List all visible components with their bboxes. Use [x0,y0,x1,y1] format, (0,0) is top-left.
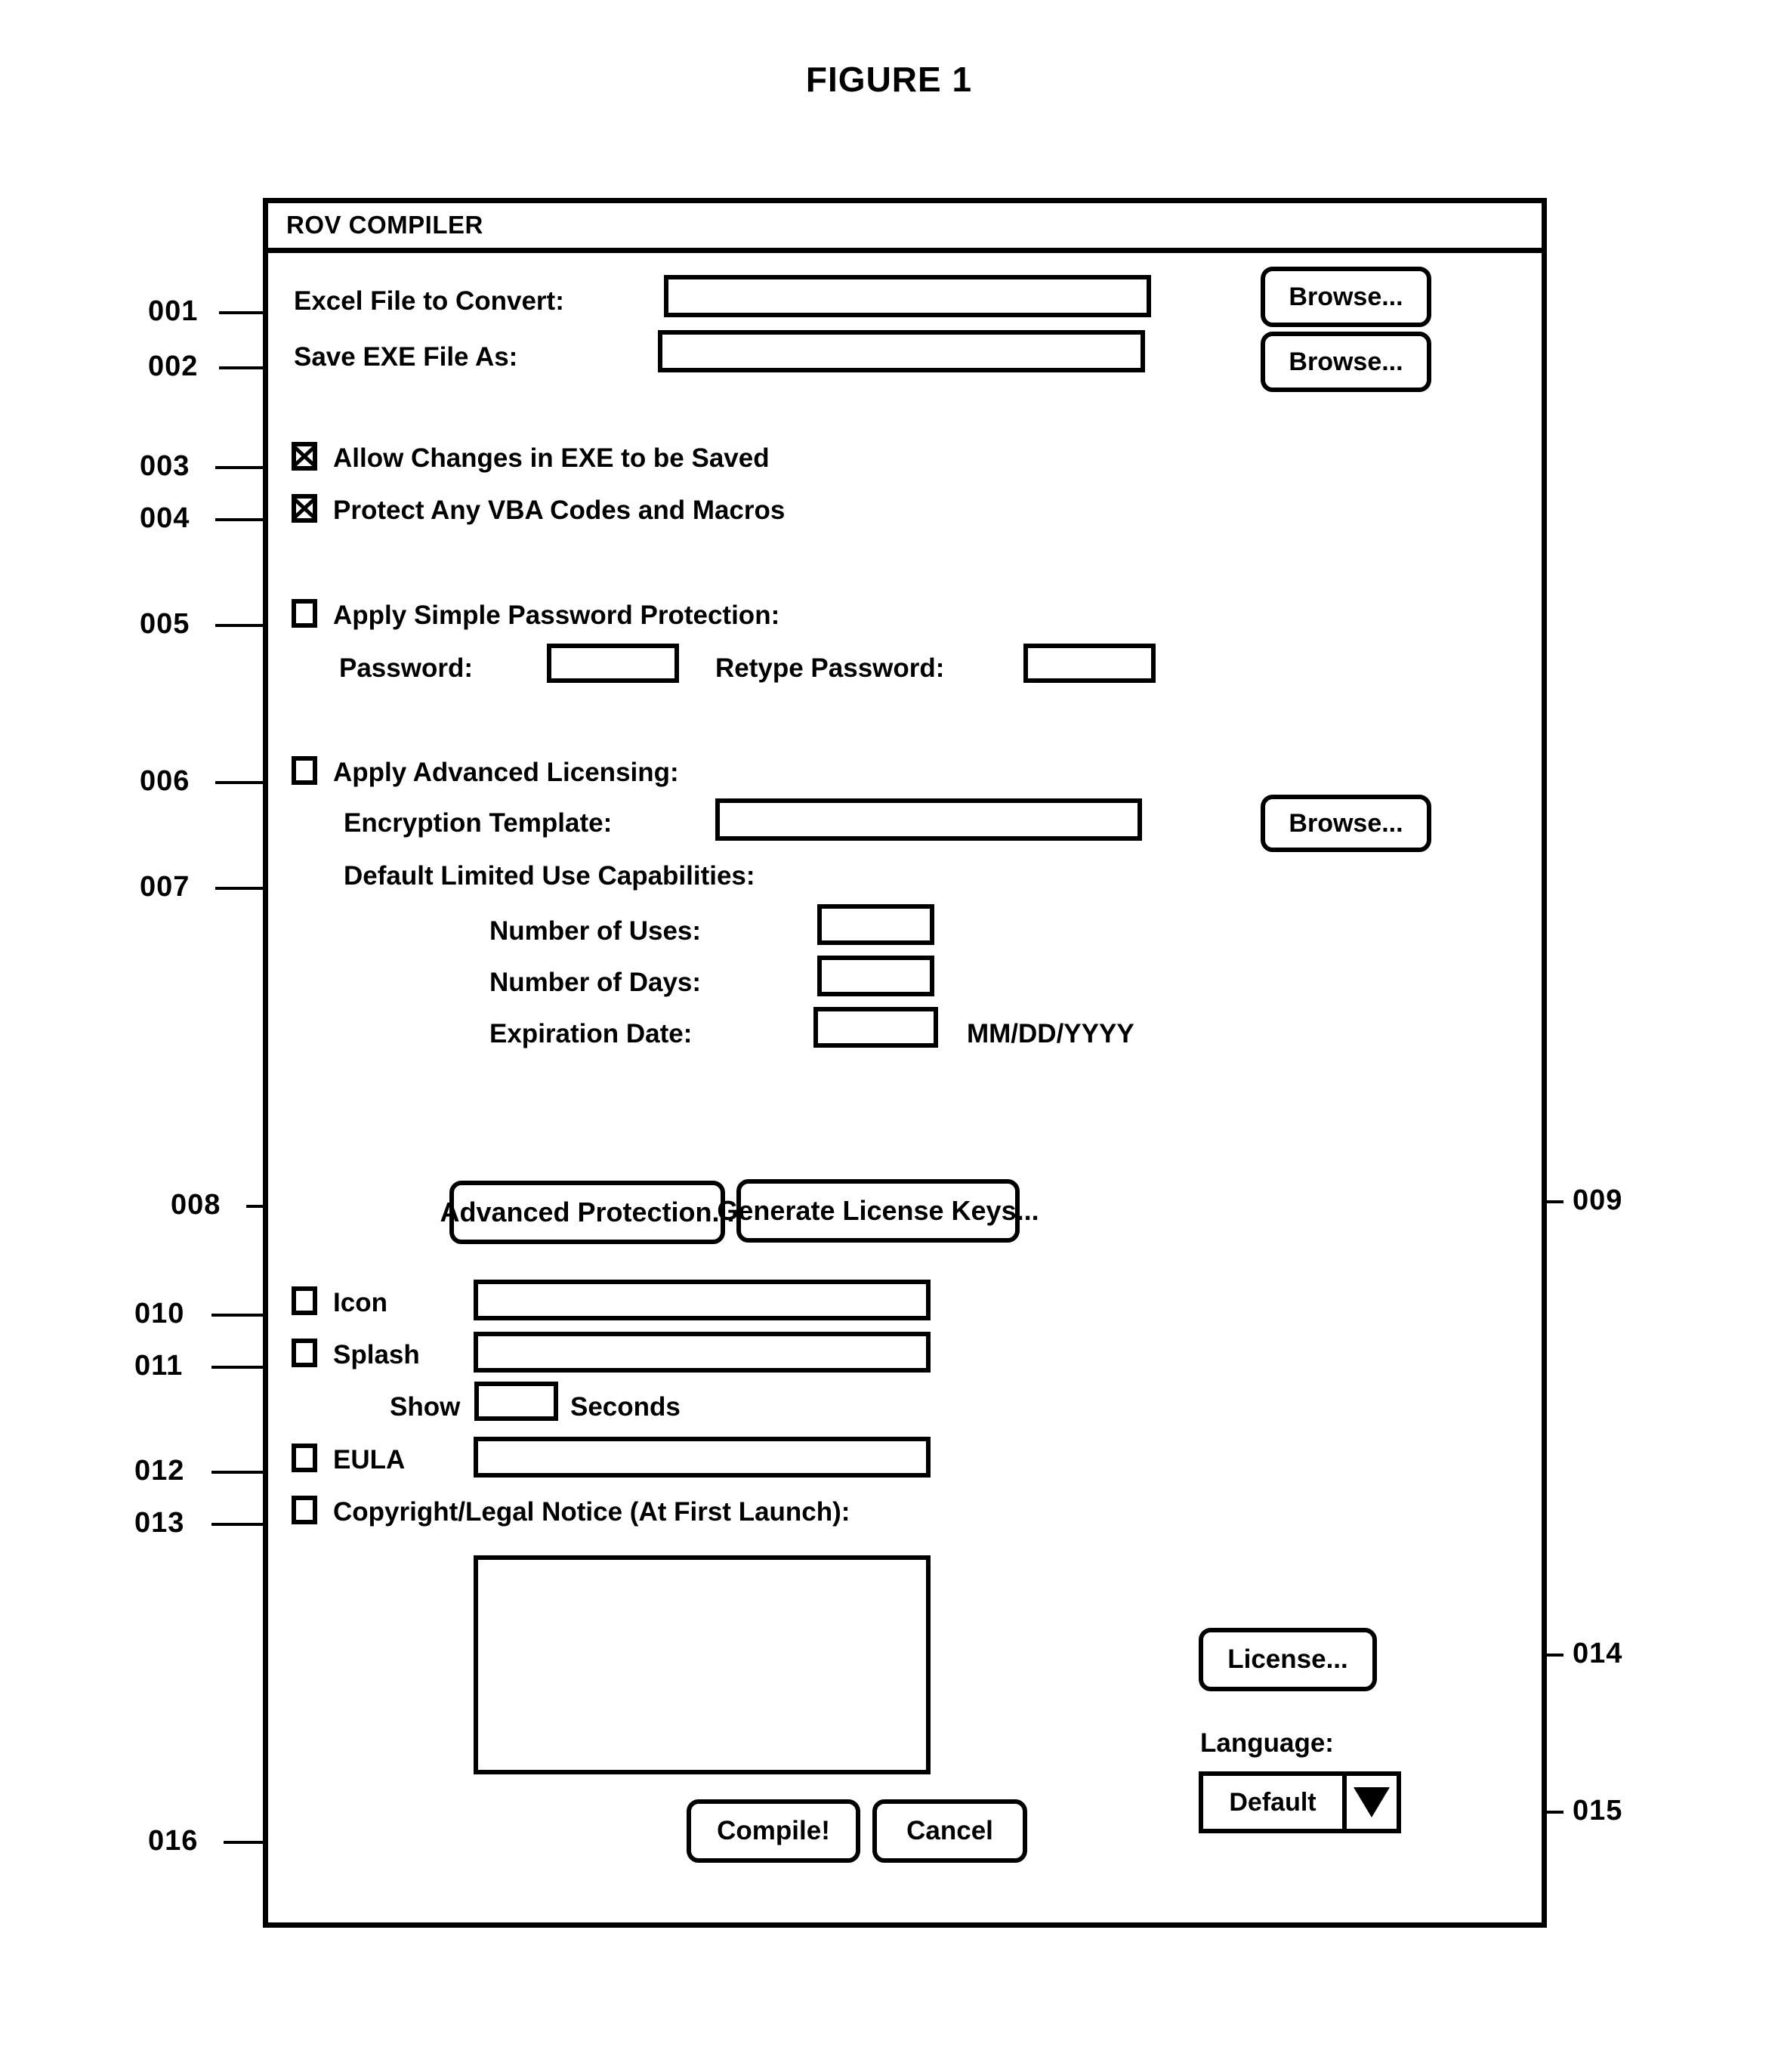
eula-input[interactable] [474,1437,931,1478]
password-input[interactable] [547,644,679,683]
rov-compiler-window: ROV COMPILER Excel File to Convert: Brow… [263,198,1547,1928]
copyright-notice-textarea[interactable] [474,1555,931,1774]
reference-number-003: 003 [140,450,190,482]
advanced-licensing-label: Apply Advanced Licensing: [333,758,679,787]
reference-number-007: 007 [140,871,190,903]
copyright-notice-checkbox[interactable] [292,1496,317,1524]
chevron-down-glyph [1354,1787,1390,1817]
license-button[interactable]: License... [1199,1628,1377,1691]
seconds-label: Seconds [570,1392,681,1422]
date-format-hint: MM/DD/YYYY [967,1019,1134,1048]
advanced-protection-button[interactable]: Advanced Protection... [440,1181,735,1244]
splash-input[interactable] [474,1332,931,1373]
encryption-template-label: Encryption Template: [344,808,613,838]
icon-label: Icon [333,1288,387,1317]
figure-title: FIGURE 1 [805,60,973,99]
eula-checkbox[interactable] [292,1444,317,1472]
reference-number-002: 002 [148,350,199,382]
reference-number-011: 011 [134,1350,184,1382]
default-limited-use-label: Default Limited Use Capabilities: [344,861,755,891]
browse-encryption-template-label: Browse... [1289,808,1403,838]
reference-number-012: 012 [134,1455,185,1487]
save-exe-label: Save EXE File As: [294,342,518,372]
window-title-bar: ROV COMPILER [268,203,1542,253]
reference-number-009: 009 [1573,1184,1623,1216]
cancel-button[interactable]: Cancel [872,1799,1027,1863]
simple-password-checkbox[interactable] [292,599,317,628]
protect-vba-checkbox[interactable] [292,494,317,523]
reference-number-016: 016 [148,1825,199,1857]
generate-license-keys-button[interactable]: Generate License Keys... [717,1179,1039,1243]
reference-number-006: 006 [140,765,190,797]
icon-input[interactable] [474,1280,931,1320]
copyright-notice-label: Copyright/Legal Notice (At First Launch)… [333,1497,850,1527]
retype-password-label: Retype Password: [715,653,945,683]
save-exe-input[interactable] [658,330,1145,372]
reference-number-015: 015 [1573,1795,1623,1827]
expiration-date-label: Expiration Date: [489,1019,693,1048]
language-label: Language: [1200,1728,1334,1758]
splash-label: Splash [333,1340,420,1369]
excel-file-label: Excel File to Convert: [294,286,564,316]
window-title: ROV COMPILER [286,211,483,239]
allow-changes-checkbox[interactable] [292,442,317,471]
splash-seconds-input[interactable] [474,1382,558,1421]
encryption-template-input[interactable] [715,798,1142,841]
reference-number-014: 014 [1573,1638,1623,1669]
icon-checkbox[interactable] [292,1286,317,1315]
expiration-date-input[interactable] [813,1007,938,1048]
number-of-days-label: Number of Days: [489,968,702,997]
reference-number-004: 004 [140,502,190,534]
reference-number-005: 005 [140,608,190,640]
browse-save-exe-label: Browse... [1289,347,1403,376]
excel-file-input[interactable] [664,275,1151,317]
reference-number-013: 013 [134,1507,185,1539]
protect-vba-label: Protect Any VBA Codes and Macros [333,496,786,525]
number-of-uses-input[interactable] [817,904,934,945]
language-dropdown-value: Default [1229,1787,1317,1817]
number-of-uses-label: Number of Uses: [489,916,702,946]
language-dropdown[interactable]: Default [1199,1771,1401,1833]
reference-number-008: 008 [171,1189,221,1221]
password-label: Password: [339,653,473,683]
simple-password-label: Apply Simple Password Protection: [333,601,780,630]
eula-label: EULA [333,1445,406,1474]
show-label: Show [390,1392,461,1422]
reference-number-001: 001 [148,295,199,327]
compile-button[interactable]: Compile! [687,1799,860,1863]
browse-excel-file-button[interactable]: Browse... [1261,267,1431,327]
advanced-licensing-checkbox[interactable] [292,756,317,785]
splash-checkbox[interactable] [292,1339,317,1367]
retype-password-input[interactable] [1023,644,1156,683]
allow-changes-label: Allow Changes in EXE to be Saved [333,443,770,473]
browse-save-exe-button[interactable]: Browse... [1261,332,1431,392]
reference-number-010: 010 [134,1298,185,1329]
browse-encryption-template-button[interactable]: Browse... [1261,795,1431,852]
number-of-days-input[interactable] [817,956,934,996]
chevron-down-icon[interactable] [1342,1776,1397,1829]
